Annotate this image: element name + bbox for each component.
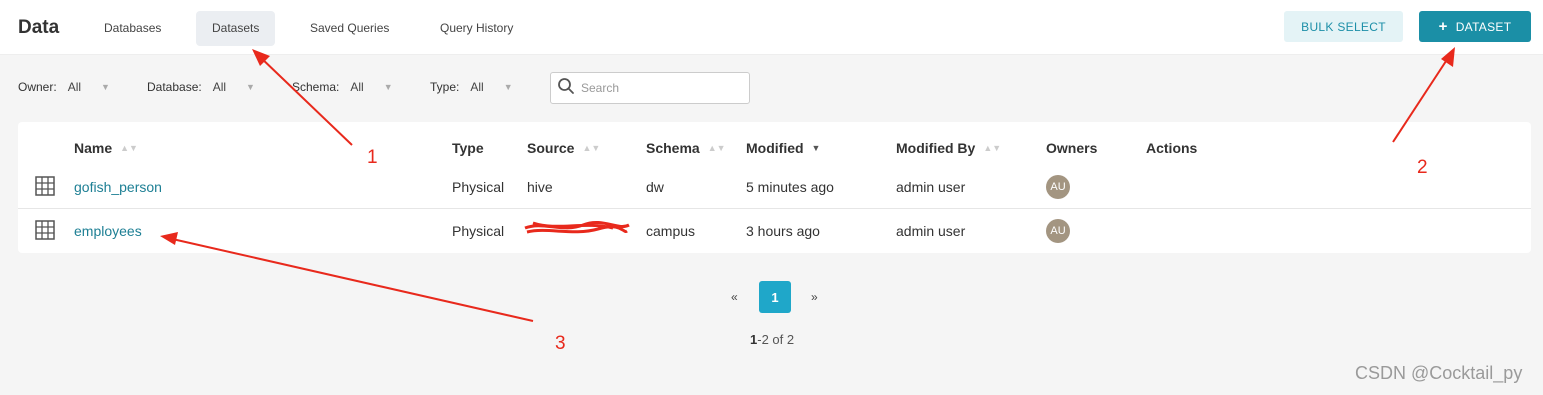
pagination-page[interactable]: 1	[759, 281, 791, 313]
filter-owner-label: Owner:	[18, 80, 57, 94]
column-header-label: Source	[527, 140, 575, 156]
tab-query-history[interactable]: Query History	[424, 11, 529, 46]
column-header-source[interactable]: Source ▲▼	[527, 140, 600, 156]
tab-saved-queries[interactable]: Saved Queries	[294, 11, 405, 46]
filter-schema-label: Schema:	[292, 80, 340, 94]
filter-owner[interactable]: Owner: All ▼	[18, 80, 110, 94]
search-box	[550, 72, 750, 104]
column-header-modified-by[interactable]: Modified By ▲▼	[896, 140, 1001, 156]
dataset-schema: campus	[646, 223, 696, 239]
avatar[interactable]: AU	[1046, 175, 1070, 199]
dataset-type: Physical	[452, 179, 505, 195]
sort-icon: ▲▼	[707, 143, 726, 153]
annotation-label-3: 3	[555, 333, 566, 354]
sort-icon: ▲▼	[120, 143, 138, 153]
annotation-label-1: 1	[367, 147, 378, 168]
search-input[interactable]	[581, 81, 741, 95]
dataset-modified-by: admin user	[896, 179, 966, 195]
dataset-name-link[interactable]: employees	[74, 223, 142, 239]
filter-database-value: All	[212, 80, 227, 94]
redaction-scribble	[523, 219, 631, 239]
tab-databases[interactable]: Databases	[88, 11, 177, 46]
column-header-type: Type	[452, 140, 484, 156]
dataset-source: hive	[527, 179, 553, 195]
page-title: Data	[18, 17, 60, 38]
tab-datasets[interactable]: Datasets	[196, 11, 276, 46]
avatar[interactable]: AU	[1046, 219, 1070, 243]
plus-icon: +	[1438, 18, 1448, 35]
column-header-label: Modified	[746, 140, 804, 156]
column-header-name[interactable]: Name ▲▼	[74, 140, 138, 156]
add-dataset-button[interactable]: + DATASET	[1419, 11, 1531, 42]
filter-database-label: Database:	[147, 80, 202, 94]
filter-type[interactable]: Type: All ▼	[430, 80, 513, 94]
pagination-prev[interactable]: «	[731, 290, 738, 304]
datasets-table: Name ▲▼ Type Source ▲▼ Schema ▲▼ Modified ▼ …	[18, 122, 1531, 253]
pagination-range: 1-2 of 2	[750, 332, 794, 347]
column-header-owners: Owners	[1046, 140, 1097, 156]
column-header-label: Type	[452, 140, 484, 156]
dataset-type: Physical	[452, 223, 505, 239]
bulk-select-button[interactable]: BULK SELECT	[1284, 11, 1403, 42]
filter-schema-value: All	[350, 80, 364, 94]
column-header-label: Actions	[1146, 140, 1198, 156]
table-dataset-icon	[35, 176, 55, 196]
filter-type-label: Type:	[430, 80, 460, 94]
column-header-label: Modified By	[896, 140, 976, 156]
column-header-label: Owners	[1046, 140, 1098, 156]
chevron-down-icon: ▼	[503, 82, 513, 92]
dataset-modified: 5 minutes ago	[746, 179, 834, 195]
sort-icon: ▲▼	[983, 143, 1002, 153]
column-header-modified[interactable]: Modified ▼	[746, 140, 820, 156]
filter-schema[interactable]: Schema: All ▼	[292, 80, 393, 94]
filter-database[interactable]: Database: All ▼	[147, 80, 255, 94]
watermark: CSDN @Cocktail_py	[1355, 363, 1523, 383]
table-dataset-icon	[35, 220, 55, 240]
sort-icon: ▲▼	[582, 143, 601, 153]
top-nav-bar: Data Databases Datasets Saved Queries Qu…	[0, 0, 1543, 55]
column-header-schema[interactable]: Schema ▲▼	[646, 140, 726, 156]
dataset-name-link[interactable]: gofish_person	[74, 179, 162, 195]
pagination-next[interactable]: »	[811, 290, 818, 304]
column-header-label: Name	[74, 140, 113, 156]
sort-desc-icon: ▼	[811, 143, 821, 153]
chevron-down-icon: ▼	[383, 82, 393, 92]
dataset-modified-by: admin user	[896, 223, 966, 239]
dataset-schema: dw	[646, 179, 664, 195]
column-header-label: Schema	[646, 140, 700, 156]
search-icon	[557, 77, 575, 100]
pagination-range-rest: -2 of 2	[757, 332, 795, 347]
row-divider	[18, 208, 1531, 209]
chevron-down-icon: ▼	[246, 82, 255, 92]
chevron-down-icon: ▼	[101, 82, 110, 92]
annotation-label-2: 2	[1417, 157, 1428, 178]
dataset-modified: 3 hours ago	[746, 223, 820, 239]
filter-type-value: All	[470, 80, 484, 94]
add-dataset-label: DATASET	[1455, 19, 1512, 34]
filter-owner-value: All	[67, 80, 82, 94]
column-header-actions: Actions	[1146, 140, 1197, 156]
